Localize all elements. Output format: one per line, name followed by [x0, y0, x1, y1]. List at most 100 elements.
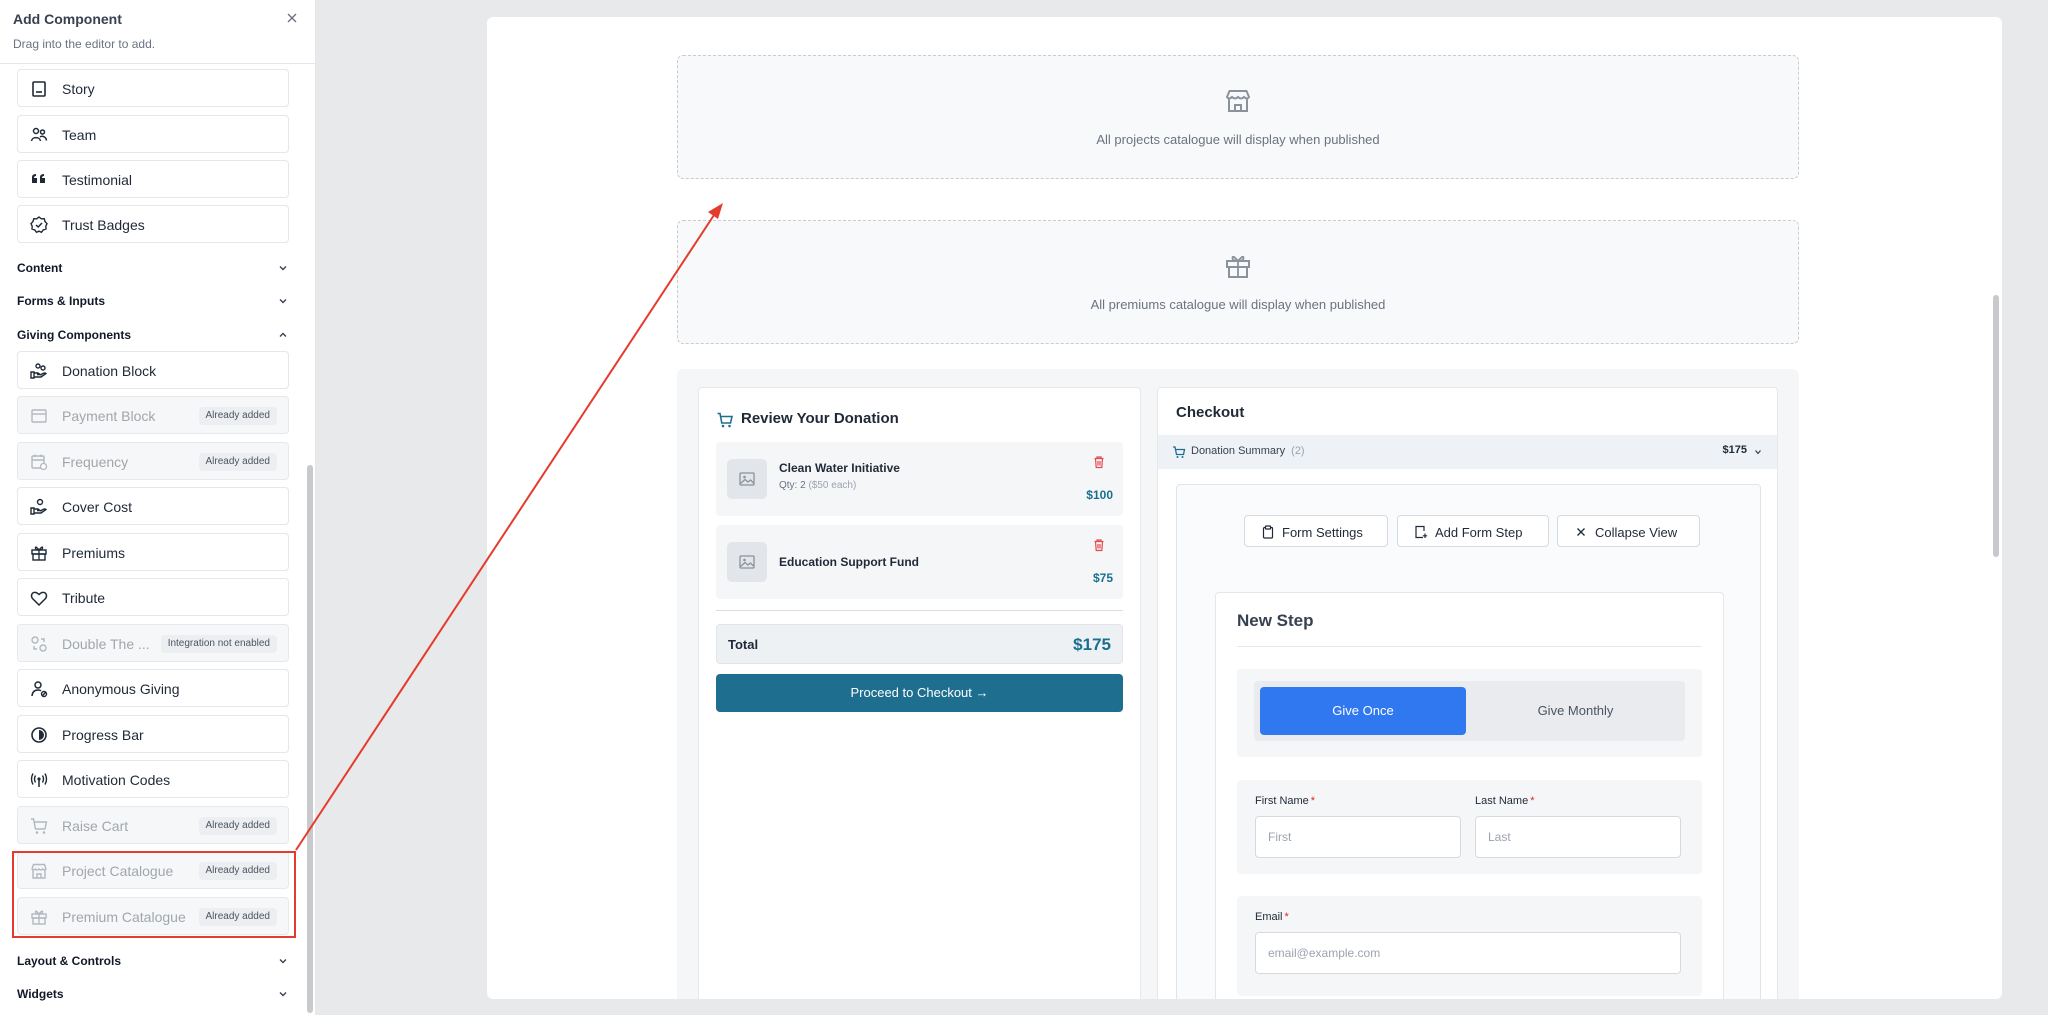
component-label: Premium Catalogue: [62, 909, 186, 925]
chevron-down-icon: [1755, 450, 1761, 455]
review-title: Review Your Donation: [741, 410, 899, 427]
status-badge: Already added: [198, 453, 277, 471]
donation-summary-toggle[interactable]: Donation Summary (2) $175: [1158, 435, 1777, 469]
component-item-testimonial[interactable]: Testimonial: [17, 160, 289, 198]
required-mark: *: [1530, 795, 1535, 807]
give-monthly-option[interactable]: Give Monthly: [1472, 687, 1679, 735]
item-name: Clean Water Initiative: [779, 461, 900, 475]
component-item-premium-catalogue: Premium Catalogue Already added: [17, 897, 289, 935]
component-item-anonymous-giving[interactable]: Anonymous Giving: [17, 669, 289, 707]
gift-icon: [29, 543, 49, 563]
checkout-title: Checkout: [1176, 404, 1245, 421]
section-content[interactable]: Content: [17, 258, 289, 278]
first-name-label: First Name *: [1255, 795, 1315, 807]
team-icon: [29, 125, 49, 145]
form-step-card: New Step Give Once Give Monthly First Na…: [1215, 592, 1724, 999]
editor-canvas: All projects catalogue will display when…: [487, 17, 2002, 999]
collapse-view-button[interactable]: Collapse View: [1557, 515, 1700, 547]
placeholder-text: All projects catalogue will display when…: [1096, 132, 1380, 147]
required-mark: *: [1284, 911, 1289, 923]
chevron-down-icon: [279, 992, 287, 997]
component-label: Project Catalogue: [62, 863, 174, 879]
section-title: Layout & Controls: [17, 954, 121, 968]
close-icon[interactable]: [284, 10, 300, 26]
component-item-progress-bar[interactable]: Progress Bar: [17, 715, 289, 753]
component-item-cover-cost[interactable]: Cover Cost: [17, 487, 289, 525]
component-item-project-catalogue: Project Catalogue Already added: [17, 851, 289, 889]
component-label: Motivation Codes: [62, 772, 171, 788]
component-item-trust-badges[interactable]: Trust Badges: [17, 205, 289, 243]
section-title: Widgets: [17, 987, 64, 1001]
component-item-premiums[interactable]: Premiums: [17, 533, 289, 571]
button-label: Add Form Step: [1435, 525, 1523, 540]
proceed-to-checkout-button[interactable]: Proceed to Checkout →: [716, 674, 1123, 712]
component-item-motivation-codes[interactable]: Motivation Codes: [17, 760, 289, 798]
first-name-input[interactable]: [1255, 816, 1461, 858]
component-label: Story: [62, 81, 95, 97]
component-label: Premiums: [62, 545, 126, 561]
status-badge: Integration not enabled: [160, 635, 277, 653]
sidebar-scrollbar[interactable]: [307, 465, 313, 1013]
last-name-input[interactable]: [1475, 816, 1681, 858]
cart-icon: [717, 412, 734, 428]
button-label: Form Settings: [1282, 525, 1363, 540]
link-icon: [29, 634, 49, 654]
component-label: Tribute: [62, 590, 106, 606]
frequency-toggle: Give Once Give Monthly: [1254, 681, 1685, 741]
component-list[interactable]: Story Team Testimonial Trust Badges Cont…: [0, 64, 316, 1015]
total-label: Total: [728, 637, 759, 652]
status-badge: Already added: [198, 908, 277, 926]
premium-catalogue-placeholder[interactable]: All premiums catalogue will display when…: [677, 220, 1799, 344]
frequency-block: Give Once Give Monthly: [1237, 669, 1702, 757]
item-name: Education Support Fund: [779, 555, 919, 569]
summary-text: Donation Summary: [1191, 445, 1286, 457]
component-label: Progress Bar: [62, 727, 144, 743]
step-title: New Step: [1237, 611, 1314, 630]
calendar-clock-icon: [29, 452, 49, 472]
form-settings-button[interactable]: Form Settings: [1244, 515, 1388, 547]
placeholder-text: All premiums catalogue will display when…: [1090, 297, 1386, 312]
component-item-tribute[interactable]: Tribute: [17, 578, 289, 616]
component-label: Frequency: [62, 454, 129, 470]
raise-cart-block[interactable]: Review Your Donation Clean Water Initiat…: [677, 369, 1799, 999]
component-label: Raise Cart: [62, 818, 129, 834]
add-component-panel: Add Component Drag into the editor to ad…: [0, 0, 316, 1015]
item-price: $100: [1086, 488, 1113, 502]
divider: [1237, 646, 1702, 647]
project-catalogue-placeholder[interactable]: All projects catalogue will display when…: [677, 55, 1799, 179]
chevron-down-icon: [279, 299, 287, 304]
component-item-story[interactable]: Story: [17, 69, 289, 107]
trash-icon[interactable]: [1092, 538, 1106, 552]
chevron-up-icon: [279, 332, 287, 337]
component-label: Trust Badges: [62, 217, 145, 233]
heart-icon: [29, 588, 49, 608]
chevron-down-icon: [279, 266, 287, 271]
component-item-donation-block[interactable]: Donation Block: [17, 351, 289, 389]
add-page-icon: [1415, 525, 1428, 539]
label-text: First Name: [1255, 795, 1309, 807]
total-row: Total $175: [716, 624, 1123, 664]
trash-icon[interactable]: [1092, 455, 1106, 469]
status-badge: Already added: [198, 407, 277, 425]
add-form-step-button[interactable]: Add Form Step: [1397, 515, 1549, 547]
component-item-team[interactable]: Team: [17, 115, 289, 153]
give-once-option[interactable]: Give Once: [1260, 687, 1466, 735]
section-layout-controls[interactable]: Layout & Controls: [17, 951, 289, 971]
summary-value: $175: [1722, 444, 1747, 456]
component-label: Donation Block: [62, 363, 157, 379]
store-icon: [29, 861, 49, 881]
section-forms-inputs[interactable]: Forms & Inputs: [17, 291, 289, 311]
gift-icon: [1226, 255, 1250, 278]
cart-line-item: Clean Water Initiative Qty: 2 ($50 each)…: [716, 442, 1123, 516]
summary-label: Donation Summary (2): [1191, 445, 1305, 457]
cart-line-item: Education Support Fund $75: [716, 525, 1123, 599]
component-item-payment-block: Payment Block Already added: [17, 396, 289, 434]
name-fields-block: First Name* Last Name*: [1237, 780, 1702, 874]
section-giving-components[interactable]: Giving Components: [17, 325, 289, 345]
email-label: Email *: [1255, 911, 1289, 923]
required-mark: *: [1310, 795, 1316, 807]
section-widgets[interactable]: Widgets: [17, 984, 289, 1004]
email-input[interactable]: [1255, 932, 1681, 974]
status-badge: Already added: [198, 817, 277, 835]
canvas-scrollbar[interactable]: [1993, 295, 1999, 557]
